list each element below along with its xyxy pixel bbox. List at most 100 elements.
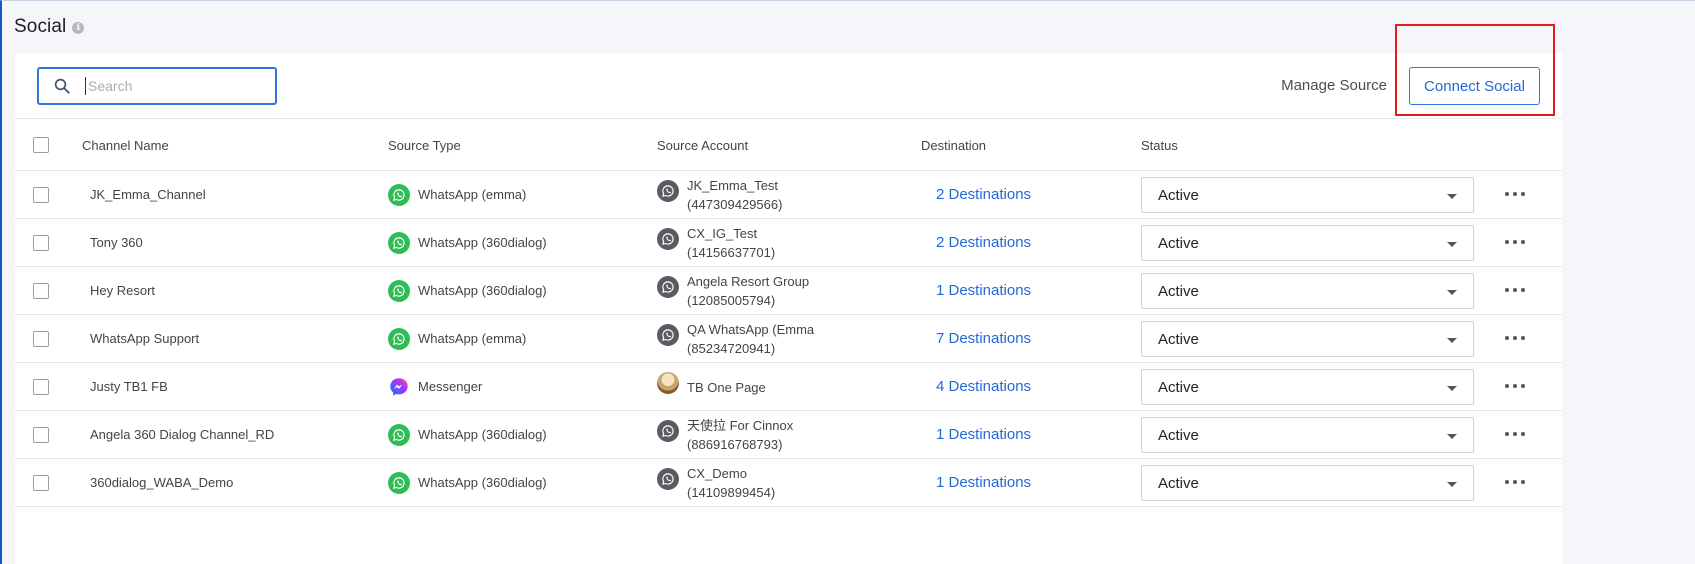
row-checkbox[interactable] xyxy=(33,427,49,443)
table-row[interactable]: JK_Emma_Channel WhatsApp (emma) JK_Emma_… xyxy=(15,171,1562,219)
chevron-down-icon xyxy=(1447,386,1457,391)
table-row[interactable]: Justy TB1 FB Messenger TB One Page 4 Des… xyxy=(15,363,1562,411)
info-icon[interactable]: i xyxy=(72,22,85,34)
column-header-channel-name: Channel Name xyxy=(82,138,169,153)
status-dropdown[interactable]: Active xyxy=(1141,369,1474,405)
row-checkbox[interactable] xyxy=(33,187,49,203)
table-row[interactable]: Hey Resort WhatsApp (360dialog) Angela R… xyxy=(15,267,1562,315)
status-value: Active xyxy=(1158,426,1199,444)
select-all-checkbox[interactable] xyxy=(33,137,49,153)
more-options-icon[interactable] xyxy=(1505,237,1525,247)
source-account: TB One Page xyxy=(687,378,766,397)
messenger-icon xyxy=(388,376,410,398)
account-avatar-icon xyxy=(657,228,679,250)
destinations-link[interactable]: 7 Destinations xyxy=(936,330,1031,347)
search-icon xyxy=(54,78,70,94)
social-channels-card: Manage Source Connect Social Channel Nam… xyxy=(15,53,1562,564)
source-account-name: CX_IG_Test xyxy=(687,226,758,241)
account-avatar-icon xyxy=(657,324,679,346)
chevron-down-icon xyxy=(1447,290,1457,295)
source-account-name: 天使拉 For Cinnox xyxy=(687,418,794,433)
destinations-link[interactable]: 1 Destinations xyxy=(936,282,1031,299)
whatsapp-icon xyxy=(388,280,410,302)
account-avatar-icon xyxy=(657,420,679,442)
table-row[interactable]: WhatsApp Support WhatsApp (emma) QA What… xyxy=(15,315,1562,363)
channel-name: Hey Resort xyxy=(90,283,156,298)
channel-name: Angela 360 Dialog Channel_RD xyxy=(90,427,275,442)
destinations-link[interactable]: 4 Destinations xyxy=(936,378,1031,395)
destinations-link[interactable]: 1 Destinations xyxy=(936,474,1031,491)
source-type: WhatsApp (360dialog) xyxy=(418,475,547,490)
source-account: 天使拉 For Cinnox (886916768793) xyxy=(687,416,793,454)
table-row[interactable]: Tony 360 WhatsApp (360dialog) CX_IG_Test… xyxy=(15,219,1562,267)
manage-source-link[interactable]: Manage Source xyxy=(1281,77,1387,94)
status-value: Active xyxy=(1158,474,1199,492)
status-dropdown[interactable]: Active xyxy=(1141,417,1474,453)
row-checkbox[interactable] xyxy=(33,475,49,491)
channel-name: Tony 360 xyxy=(90,235,143,250)
source-type: WhatsApp (360dialog) xyxy=(418,235,547,250)
status-value: Active xyxy=(1158,330,1199,348)
channel-name: WhatsApp Support xyxy=(90,331,200,346)
channel-name: 360dialog_WABA_Demo xyxy=(90,475,234,490)
source-account: CX_IG_Test (14156637701) xyxy=(687,224,775,262)
search-input[interactable] xyxy=(85,77,255,95)
table-header: Channel Name Source Type Source Account … xyxy=(15,119,1562,171)
source-account-number: (886916768793) xyxy=(687,437,783,452)
source-account-name: QA WhatsApp (Emma xyxy=(687,322,815,337)
whatsapp-icon xyxy=(388,184,410,206)
more-options-icon[interactable] xyxy=(1505,189,1525,199)
destinations-link[interactable]: 2 Destinations xyxy=(936,186,1031,203)
source-type: Messenger xyxy=(418,379,483,394)
column-header-destination: Destination xyxy=(921,138,987,153)
status-value: Active xyxy=(1158,186,1199,204)
status-dropdown[interactable]: Active xyxy=(1141,465,1474,501)
destinations-link[interactable]: 1 Destinations xyxy=(936,426,1031,443)
account-avatar-icon xyxy=(657,180,679,202)
row-checkbox[interactable] xyxy=(33,283,49,299)
table-body: JK_Emma_Channel WhatsApp (emma) JK_Emma_… xyxy=(15,171,1562,507)
source-account-number: (14156637701) xyxy=(687,245,776,260)
status-dropdown[interactable]: Active xyxy=(1141,177,1474,213)
table-row[interactable]: 360dialog_WABA_Demo WhatsApp (360dialog)… xyxy=(15,459,1562,507)
status-dropdown[interactable]: Active xyxy=(1141,225,1474,261)
source-account-name: JK_Emma_Test xyxy=(687,178,779,193)
source-account: QA WhatsApp (Emma (85234720941) xyxy=(687,320,814,358)
column-header-source-type: Source Type xyxy=(388,138,461,153)
page-header: Social i xyxy=(2,1,1695,53)
more-options-icon[interactable] xyxy=(1505,477,1525,487)
search-box[interactable] xyxy=(37,67,277,105)
source-type: WhatsApp (emma) xyxy=(418,187,527,202)
row-checkbox[interactable] xyxy=(33,379,49,395)
whatsapp-icon xyxy=(388,472,410,494)
source-account: CX_Demo (14109899454) xyxy=(687,464,775,502)
chevron-down-icon xyxy=(1447,194,1457,199)
more-options-icon[interactable] xyxy=(1505,429,1525,439)
destinations-link[interactable]: 2 Destinations xyxy=(936,234,1031,251)
chevron-down-icon xyxy=(1447,242,1457,247)
column-header-status: Status xyxy=(1141,138,1178,153)
source-type: WhatsApp (360dialog) xyxy=(418,283,547,298)
source-account-number: (85234720941) xyxy=(687,341,776,356)
more-options-icon[interactable] xyxy=(1505,333,1525,343)
connect-social-button[interactable]: Connect Social xyxy=(1409,67,1540,105)
row-checkbox[interactable] xyxy=(33,235,49,251)
status-value: Active xyxy=(1158,234,1199,252)
more-options-icon[interactable] xyxy=(1505,381,1525,391)
more-options-icon[interactable] xyxy=(1505,285,1525,295)
whatsapp-icon xyxy=(388,232,410,254)
page-title: Social xyxy=(14,16,67,37)
source-account-number: (14109899454) xyxy=(687,485,776,500)
status-dropdown[interactable]: Active xyxy=(1141,273,1474,309)
source-account-number: (447309429566) xyxy=(687,197,783,212)
table-row[interactable]: Angela 360 Dialog Channel_RD WhatsApp (3… xyxy=(15,411,1562,459)
channel-name: JK_Emma_Channel xyxy=(90,187,206,202)
row-checkbox[interactable] xyxy=(33,331,49,347)
account-avatar-icon xyxy=(657,468,679,490)
source-type: WhatsApp (emma) xyxy=(418,331,527,346)
source-account-name: CX_Demo xyxy=(687,466,747,481)
source-account: Angela Resort Group (12085005794) xyxy=(687,272,809,310)
status-value: Active xyxy=(1158,282,1199,300)
status-value: Active xyxy=(1158,378,1199,396)
status-dropdown[interactable]: Active xyxy=(1141,321,1474,357)
